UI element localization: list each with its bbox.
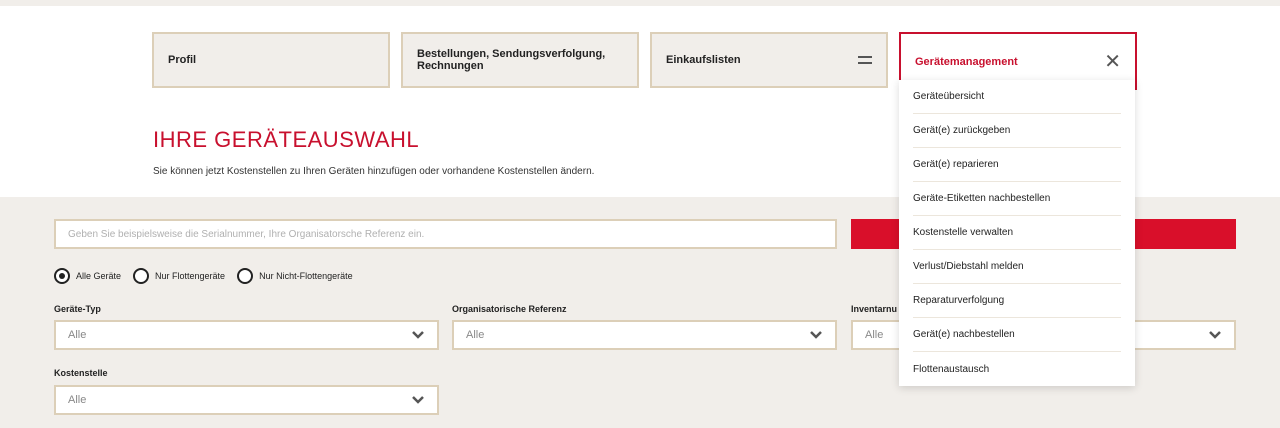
close-icon[interactable]: ✕ xyxy=(1104,52,1121,72)
radio-empty-icon xyxy=(237,268,254,284)
select-value: Alle xyxy=(68,394,87,406)
radio-non-fleet-only[interactable]: Nur Nicht-Flottengeräte xyxy=(237,268,353,284)
search-input[interactable] xyxy=(54,219,837,249)
page-title: IHRE GERÄTEAUSWAHL xyxy=(153,127,420,152)
radio-empty-icon xyxy=(133,268,150,284)
chevron-down-icon xyxy=(412,396,424,404)
org-reference-select[interactable]: Alle xyxy=(452,320,837,350)
radio-label: Nur Flottengeräte xyxy=(155,271,226,281)
menu-item-report-loss[interactable]: Verlust/Diebstahl melden xyxy=(913,250,1121,284)
chevron-down-icon xyxy=(810,331,822,339)
menu-item-return-devices[interactable]: Gerät(e) zurückgeben xyxy=(913,114,1121,148)
tab-shopping-lists[interactable]: Einkaufslisten xyxy=(650,32,888,88)
device-management-menu: Geräteübersicht Gerät(e) zurückgeben Ger… xyxy=(899,80,1135,386)
menu-item-repair-tracking[interactable]: Reparaturverfolgung xyxy=(913,284,1121,318)
select-value: Alle xyxy=(68,329,87,341)
device-type-select[interactable]: Alle xyxy=(54,320,439,350)
cost-center-select[interactable]: Alle xyxy=(54,385,439,415)
menu-item-reorder-devices[interactable]: Gerät(e) nachbestellen xyxy=(913,318,1121,352)
radio-label: Alle Geräte xyxy=(76,271,122,281)
tab-label: Bestellungen, Sendungsverfolgung, Rechnu… xyxy=(417,48,606,72)
filter-label-org-reference: Organisatorische Referenz xyxy=(452,304,567,314)
menu-item-device-overview[interactable]: Geräteübersicht xyxy=(913,80,1121,114)
top-strip xyxy=(0,0,1280,6)
menu-item-fleet-exchange[interactable]: Flottenaustausch xyxy=(913,352,1121,386)
device-filter-radios: Alle Geräte Nur Flottengeräte Nur Nicht-… xyxy=(54,268,365,284)
filter-label-cost-center: Kostenstelle xyxy=(54,368,108,378)
radio-selected-icon xyxy=(54,268,70,284)
menu-item-repair-devices[interactable]: Gerät(e) reparieren xyxy=(913,148,1121,182)
filter-label-device-type: Geräte-Typ xyxy=(54,304,101,314)
equals-icon[interactable] xyxy=(858,56,872,64)
radio-fleet-only[interactable]: Nur Flottengeräte xyxy=(133,268,225,284)
filter-label-inventory: Inventarnu xyxy=(851,304,898,314)
chevron-down-icon xyxy=(412,331,424,339)
radio-label: Nur Nicht-Flottengeräte xyxy=(259,271,353,281)
menu-item-manage-cost-center[interactable]: Kostenstelle verwalten xyxy=(913,216,1121,250)
tab-profil[interactable]: Profil xyxy=(152,32,390,88)
tab-orders[interactable]: Bestellungen, Sendungsverfolgung, Rechnu… xyxy=(401,32,639,88)
page-subtitle: Sie können jetzt Kostenstellen zu Ihren … xyxy=(153,166,595,177)
menu-item-reorder-labels[interactable]: Geräte-Etiketten nachbestellen xyxy=(913,182,1121,216)
radio-all-devices[interactable]: Alle Geräte xyxy=(54,268,121,284)
chevron-down-icon xyxy=(1209,331,1221,339)
tab-label: Einkaufslisten xyxy=(666,54,741,66)
tab-label: Gerätemanagement xyxy=(915,56,1018,68)
select-value: Alle xyxy=(466,329,485,341)
tab-label: Profil xyxy=(168,54,197,66)
